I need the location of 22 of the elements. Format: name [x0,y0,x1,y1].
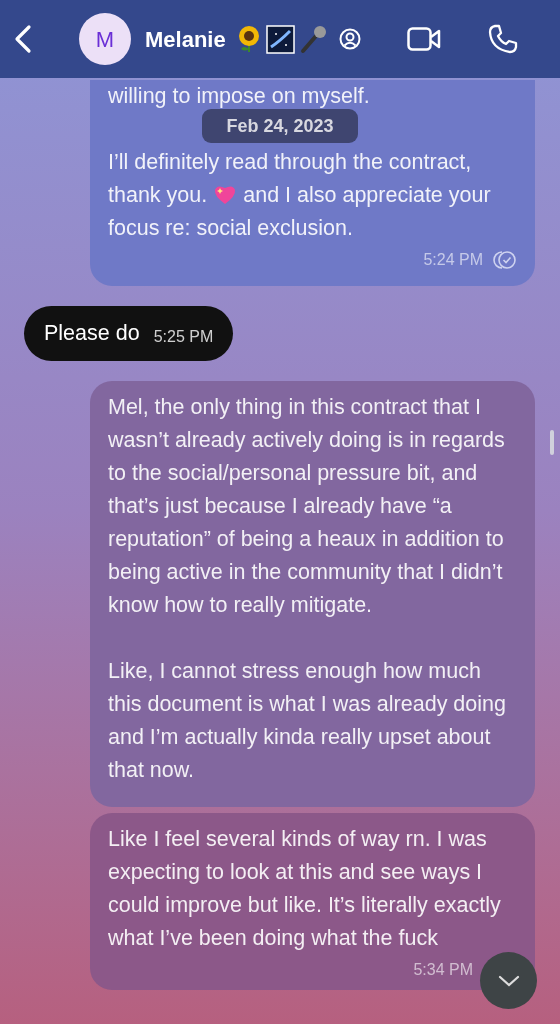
message-text: Like I feel several kinds of way rn. I was expecting to look at this and see ways I could improve but like. It’s literally exactly what I’ve been doing what the fuck [108,826,502,952]
contact-name: Melanie [145,25,226,54]
scroll-down-button[interactable] [480,952,537,1009]
galaxy-icon [265,24,295,54]
profile-icon[interactable] [338,28,361,50]
message-text: willing to impose on myself. [108,83,371,110]
message-time: 5:24 PM [423,250,483,270]
video-call-icon[interactable] [406,27,441,51]
avatar[interactable]: M [79,13,131,65]
message-text: Mel, the only thing in this contract that I wasn’t already actively doing is in regards to the social/personal pressure bit, and that’s just because I already have “a reputation” of being a heaux in addition to being active in the community that I didn’t know how to really mitigate. [108,394,506,619]
date-label: Feb 24, 2023 [202,109,358,143]
scrollbar [550,430,554,455]
message-text: Like, I cannot stress enough how much this document is what I was already doing and I’m actually kinda really upset about that now. [108,658,507,784]
microphone-icon [298,24,329,54]
sparkling-heart-icon [213,183,238,205]
phone-icon[interactable] [487,24,518,54]
message-text: I’ll definitely read through the contract, thank you. and I also appreciate your focus re: social exclusion. [108,149,492,242]
message-time: 5:34 PM [413,960,473,980]
back-icon[interactable] [13,24,33,54]
chevron-down-icon [497,974,520,987]
message-time: 5:25 PM [153,326,214,347]
message-text: Please do [44,320,140,348]
